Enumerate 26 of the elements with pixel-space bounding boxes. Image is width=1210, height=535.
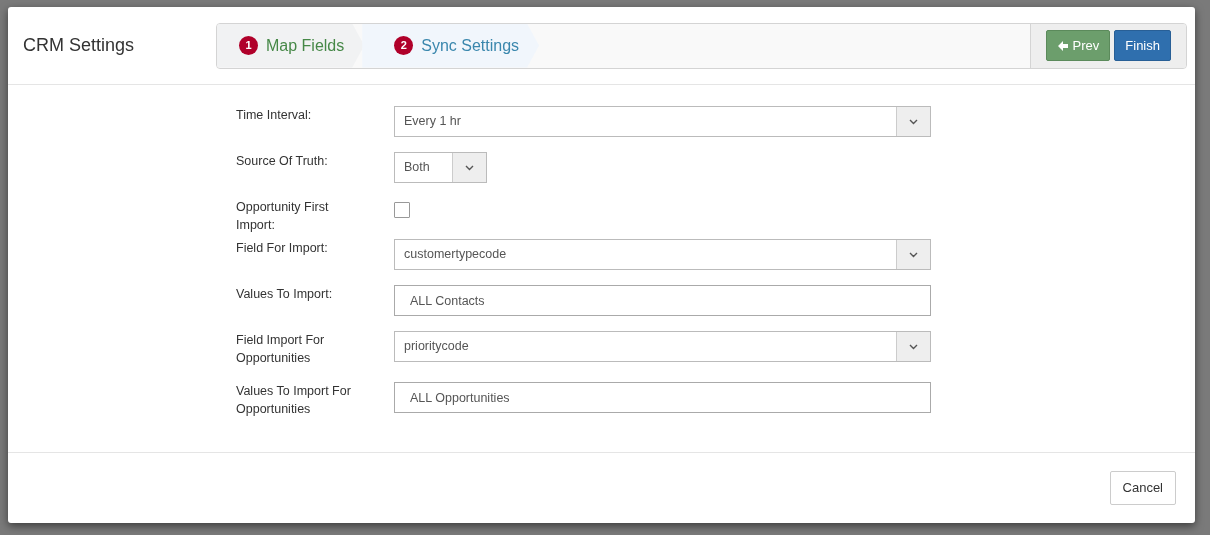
dropdown-field[interactable]: prioritycode [394, 331, 931, 362]
input-field[interactable]: ALL Contacts [394, 285, 931, 316]
chevron-down-icon [909, 343, 918, 350]
chevron-down-icon [909, 118, 918, 125]
modal-title: CRM Settings [23, 34, 136, 57]
step-number-badge: 2 [394, 36, 414, 55]
field-label: Values To Import For Opportunities [236, 383, 352, 418]
field-label: Source Of Truth: [236, 153, 329, 170]
step-number-badge: 1 [239, 36, 258, 55]
input-field[interactable]: ALL Opportunities [394, 382, 931, 413]
cancel-button[interactable]: Cancel [1109, 471, 1176, 505]
checkbox[interactable] [394, 202, 410, 218]
finish-button[interactable]: Finish [1114, 29, 1171, 62]
field-label: Values To Import: [236, 286, 334, 303]
chevron-down-icon [465, 164, 474, 171]
dropdown-field[interactable]: Every 1 hr [394, 106, 931, 137]
arrow-left-icon [1056, 39, 1069, 52]
dropdown-field[interactable]: customertypecode [394, 239, 931, 270]
field-label: Opportunity First Import: [236, 199, 330, 234]
field-label: Field For Import: [236, 240, 329, 257]
wizard-step[interactable]: 2 Sync Settings [362, 23, 540, 68]
dropdown-field[interactable]: Both [394, 152, 487, 183]
chevron-down-icon [909, 251, 918, 258]
field-label: Time Interval: [236, 107, 313, 124]
field-label: Field Import For Opportunities [236, 332, 326, 367]
wizard-step[interactable]: 1 Map Fields [217, 23, 365, 68]
